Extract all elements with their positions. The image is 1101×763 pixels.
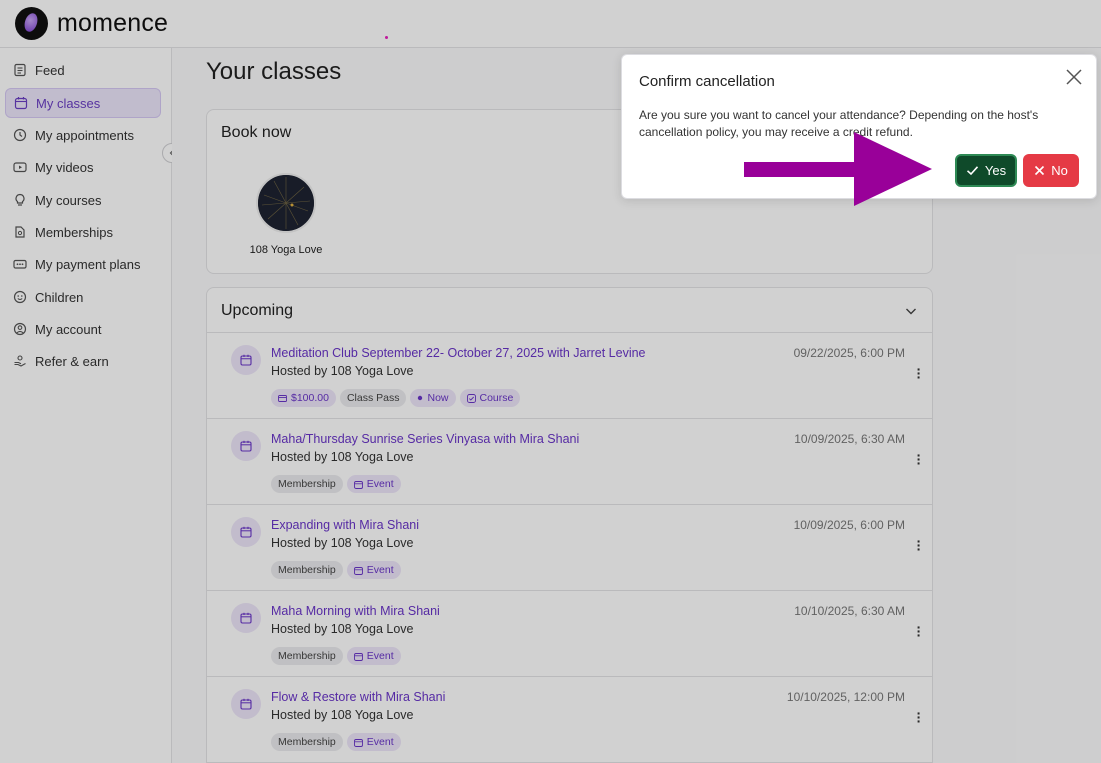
yes-button[interactable]: Yes	[955, 154, 1017, 187]
no-button[interactable]: No	[1023, 154, 1079, 187]
annotation-arrow-icon	[744, 132, 932, 206]
no-label: No	[1051, 163, 1068, 178]
x-icon	[1035, 165, 1045, 176]
dialog-title: Confirm cancellation	[639, 73, 775, 90]
check-icon	[966, 166, 978, 176]
annotation-dot	[385, 36, 388, 39]
close-icon[interactable]	[1064, 67, 1084, 87]
yes-label: Yes	[984, 163, 1007, 178]
